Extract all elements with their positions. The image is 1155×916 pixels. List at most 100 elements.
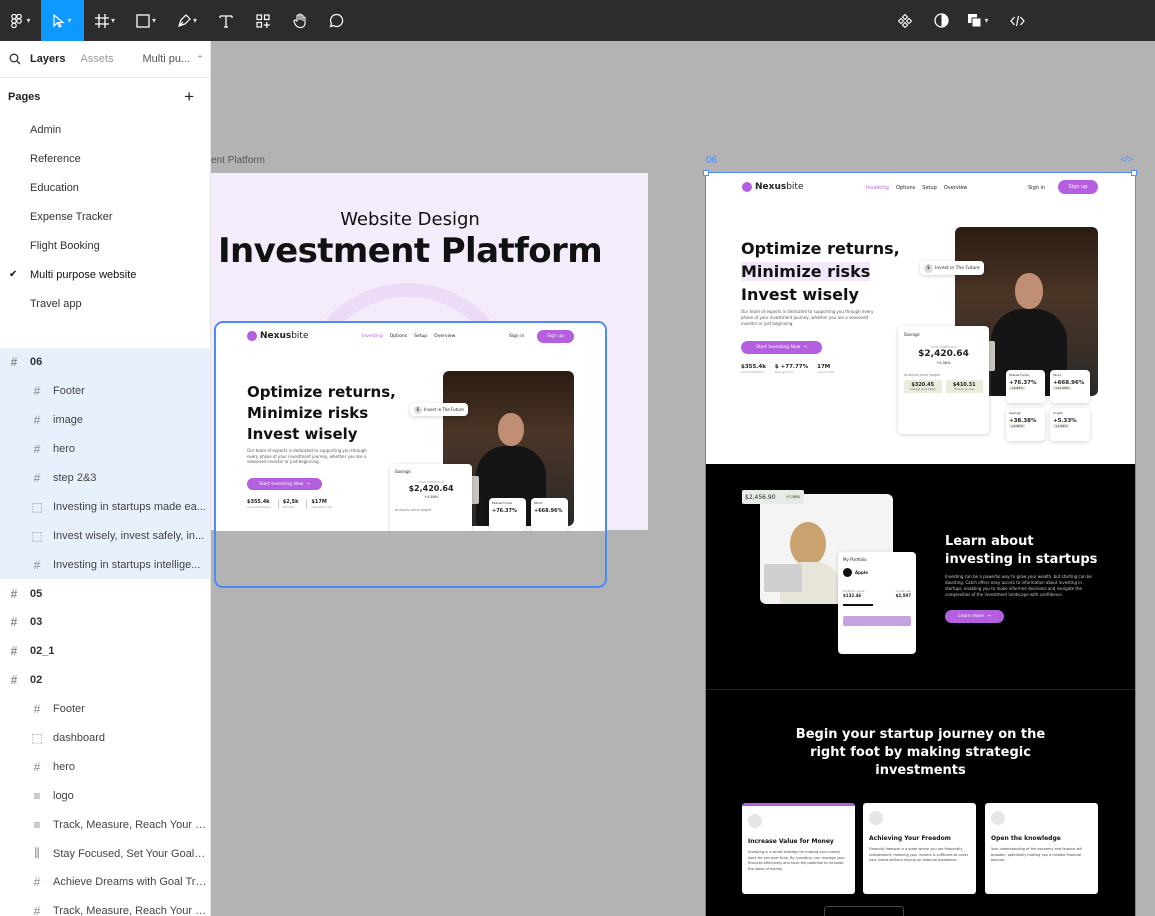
group-layer-icon: ⬚ <box>31 731 43 746</box>
contrast-button[interactable] <box>923 0 959 41</box>
frame-layer-icon: # <box>33 384 41 399</box>
site-signup[interactable]: Sign up <box>1058 180 1098 194</box>
arrow-right-icon: → <box>306 481 311 487</box>
learn-more-button[interactable]: Learn more → <box>945 610 1004 623</box>
comment-tool-button[interactable] <box>318 0 354 41</box>
layer-row[interactable]: # Footer <box>0 695 210 724</box>
tab-layers[interactable]: Layers <box>30 53 65 65</box>
feature-card-title: Achieving Your Freedom <box>869 835 951 842</box>
tab-assets[interactable]: Assets <box>80 53 113 65</box>
site-signin[interactable]: Sign in <box>1028 185 1045 191</box>
preview-signup[interactable]: Sign up <box>537 330 574 343</box>
layer-label: Footer <box>53 703 85 716</box>
nav-options[interactable]: Options <box>896 185 915 191</box>
layer-row[interactable]: # Footer <box>0 376 210 406</box>
page-item[interactable]: Expense Tracker <box>0 202 210 231</box>
nav-investing[interactable]: Investing <box>362 334 383 339</box>
hero-tag-label: Invest in The Future <box>935 265 980 271</box>
panel-tabs: Layers Assets Multi pu... ⌃ <box>0 41 210 78</box>
portfolio-credit: Credit use $2,597 <box>896 589 911 598</box>
hero-line-1: Optimize returns, <box>741 239 900 258</box>
main-menu-button[interactable]: ▾ <box>0 0 41 41</box>
nav-investing[interactable]: Investing <box>866 185 889 191</box>
layer-frame-row[interactable]: #06 <box>0 348 210 377</box>
learn-body: Investing can be a powerful way to grow … <box>945 574 1092 597</box>
logo-part-a: Nexus <box>755 182 787 192</box>
nav-setup[interactable]: Setup <box>922 185 937 191</box>
logo-mark-icon <box>742 182 752 192</box>
page-item[interactable]: ✔ Multi purpose website <box>0 260 210 289</box>
layer-frame-row[interactable]: #02_1 <box>0 637 210 666</box>
components-button[interactable] <box>887 0 923 41</box>
selection-handle-tr[interactable] <box>1131 170 1137 176</box>
layer-label: image <box>53 414 83 427</box>
journey-section: Begin your startup journey on the right … <box>706 690 1135 916</box>
layer-frame-row[interactable]: #03 <box>0 608 210 637</box>
canvas[interactable]: ent Platform 06 </> Website Design Inves… <box>211 41 1155 916</box>
layer-row[interactable]: # hero <box>0 752 210 781</box>
layer-row[interactable]: # hero <box>0 434 210 464</box>
layer-row[interactable]: # Achieve Dreams with Goal Tra... <box>0 868 210 897</box>
page-item[interactable]: Flight Booking <box>0 231 210 260</box>
layer-row[interactable]: ⫼ Stay Focused, Set Your Goals,... <box>0 839 210 868</box>
move-tool-button[interactable]: ▾ <box>41 0 84 41</box>
nav-overview[interactable]: Overview <box>434 334 455 339</box>
preview-tag-label: Invest in The Future <box>424 407 464 412</box>
nav-options[interactable]: Options <box>390 334 407 339</box>
add-page-icon[interactable]: + <box>184 87 194 107</box>
page-item[interactable]: Education <box>0 173 210 202</box>
frame-06[interactable]: Nexus bite Investing Options Setup Overvi… <box>705 172 1136 916</box>
layer-row[interactable]: # step 2&3 <box>0 463 210 493</box>
layer-row[interactable]: # Investing in startups intellige... <box>0 550 210 580</box>
frame-layer-icon: # <box>33 442 41 457</box>
nav-setup[interactable]: Setup <box>414 334 427 339</box>
feature-card-icon <box>991 811 1005 825</box>
page-switcher[interactable]: Multi pu... ⌃ <box>143 53 204 65</box>
page-item[interactable]: Travel app <box>0 289 210 318</box>
frame-layer-icon: # <box>10 586 18 601</box>
frame-tool-button[interactable]: ▾ <box>84 0 126 41</box>
autolayout-layer-icon: ≡ <box>33 817 41 832</box>
frame-label-cover[interactable]: ent Platform <box>211 155 265 166</box>
mini-title: Stock <box>1053 373 1062 377</box>
layer-row[interactable]: # image <box>0 405 210 435</box>
pages-header: Pages + <box>0 78 210 115</box>
logo-part-a: Nexus <box>260 331 292 341</box>
layer-frame-row[interactable]: #05 <box>0 579 210 608</box>
dev-mode-button[interactable] <box>997 0 1037 41</box>
preview-card[interactable]: Nexus bite Investing Options Setup Overvi… <box>214 321 607 588</box>
frame-layer-icon: # <box>10 355 18 370</box>
hand-tool-button[interactable] <box>282 0 318 41</box>
fill-icon <box>968 14 982 28</box>
price-targets: $320.45 Average price target $410.31 Price… <box>904 380 983 393</box>
savings-change: +4.56% <box>423 495 439 499</box>
toolbar: ▾ ▾ ▾ ▾ ▾ ▾ <box>0 0 1155 41</box>
selection-handle-tl[interactable] <box>703 170 709 176</box>
frame-layer-icon: # <box>10 673 18 688</box>
pen-tool-button[interactable]: ▾ <box>166 0 208 41</box>
chevron-up-icon: ⌃ <box>196 53 204 64</box>
layer-row[interactable]: ≡ Track, Measure, Reach Your G... <box>0 810 210 839</box>
layer-row[interactable]: # Track, Measure, Reach Your G... <box>0 897 210 916</box>
preview-cta[interactable]: Start Investing Now → <box>247 478 322 490</box>
resources-tool-button[interactable] <box>244 0 282 41</box>
code-icon[interactable]: </> <box>1120 154 1133 164</box>
frame-label-06[interactable]: 06 <box>706 155 717 166</box>
layer-row[interactable]: ≡ logo <box>0 781 210 810</box>
mini-card-1: Mutual Funds +76.37% +4.83% <box>1006 370 1045 403</box>
layer-row[interactable]: ⬚ dashboard <box>0 724 210 753</box>
page-item[interactable]: Reference <box>0 144 210 173</box>
fill-button[interactable]: ▾ <box>959 0 997 41</box>
search-icon[interactable] <box>9 53 21 65</box>
hero-cta[interactable]: Start Investing Now → <box>741 341 822 354</box>
nav-overview[interactable]: Overview <box>944 185 968 191</box>
page-item[interactable]: Admin <box>0 115 210 144</box>
text-tool-button[interactable] <box>208 0 244 41</box>
layer-row[interactable]: ⬚ Invest wisely, invest safely, in... <box>0 521 210 551</box>
preview-signin[interactable]: Sign in <box>509 334 524 339</box>
layer-frame-row[interactable]: #02 <box>0 666 210 695</box>
pen-icon <box>178 13 191 27</box>
footer-edge <box>824 906 904 916</box>
layer-row[interactable]: ⬚ Investing in startups made ea... <box>0 492 210 522</box>
shape-tool-button[interactable]: ▾ <box>126 0 166 41</box>
